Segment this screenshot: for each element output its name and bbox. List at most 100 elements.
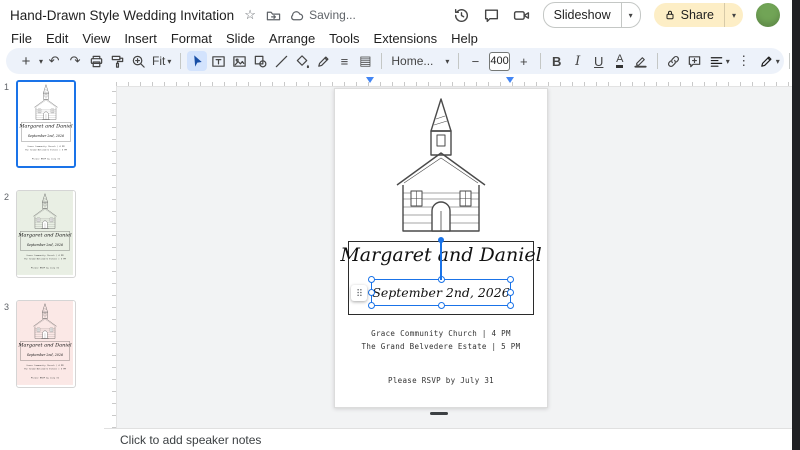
italic-button[interactable]: I <box>568 51 588 71</box>
zoom-icon[interactable] <box>128 51 148 71</box>
menu-insert[interactable]: Insert <box>117 31 164 46</box>
editing-mode-select[interactable]: ▾ <box>756 54 783 69</box>
select-tool[interactable] <box>187 51 208 71</box>
account-avatar[interactable] <box>756 3 780 27</box>
share-label: Share <box>680 8 714 22</box>
text-color-button[interactable]: A <box>610 51 630 71</box>
share-dropdown[interactable]: ▾ <box>723 3 743 27</box>
rsvp-text[interactable]: Please RSVP by July 31 <box>335 376 547 385</box>
border-dash-button[interactable]: ▤ <box>355 51 375 71</box>
venue-line-2[interactable]: The Grand Belvedere Estate | 5 PM <box>335 342 547 351</box>
church-illustration[interactable] <box>381 97 501 237</box>
menu-edit[interactable]: Edit <box>39 31 75 46</box>
align-button[interactable]: ▾ <box>706 54 733 69</box>
caret-down-icon: ▾ <box>725 56 730 66</box>
rsvp-text: Please RSVP by July 31 <box>30 266 59 270</box>
menu-view[interactable]: View <box>75 31 117 46</box>
redo-button[interactable]: ↷ <box>65 51 85 71</box>
menu-format[interactable]: Format <box>164 31 219 46</box>
resize-handle-bottom-right[interactable] <box>507 302 514 309</box>
undo-button[interactable]: ↶ <box>44 51 64 71</box>
underline-button[interactable]: U <box>589 51 609 71</box>
menu-extensions[interactable]: Extensions <box>367 31 445 46</box>
insert-line-button[interactable] <box>271 51 291 71</box>
star-icon[interactable]: ☆ <box>242 7 258 23</box>
drag-handle[interactable] <box>351 284 367 301</box>
lock-icon <box>664 9 676 21</box>
font-size-input[interactable]: 400 <box>489 51 510 71</box>
drag-dots-icon <box>354 287 365 298</box>
add-comment-button[interactable] <box>685 51 705 71</box>
toolbar-separator <box>381 53 383 69</box>
menu-file[interactable]: File <box>4 31 39 46</box>
slideshow-button[interactable]: Slideshow <box>544 3 621 27</box>
speaker-notes-bar[interactable]: Click to add speaker notes <box>104 428 792 450</box>
caret-down-icon: ▾ <box>731 10 736 20</box>
fill-color-button[interactable] <box>292 51 312 71</box>
share-button[interactable]: Share <box>654 3 724 27</box>
font-family-select[interactable]: Home... ▾ <box>388 54 452 68</box>
window-scrollbar[interactable] <box>792 0 800 450</box>
resize-handle-middle-right[interactable] <box>507 289 514 296</box>
move-folder-icon[interactable] <box>266 8 281 23</box>
menu-tools[interactable]: Tools <box>322 31 366 46</box>
paint-format-button[interactable] <box>107 51 127 71</box>
vertical-ruler <box>104 86 117 428</box>
bold-button[interactable]: B <box>547 51 567 71</box>
save-status[interactable]: Saving... <box>289 8 356 23</box>
document-title[interactable]: Hand-Drawn Style Wedding Invitation <box>10 8 234 23</box>
rotate-handle[interactable] <box>438 237 444 243</box>
venue-line-2: The Grand Belvedere Estate | 5 PM <box>25 148 67 152</box>
slideshow-label: Slideshow <box>553 8 611 22</box>
ruler-corner <box>104 74 116 86</box>
border-weight-button[interactable]: ≡ <box>334 51 354 71</box>
increase-font-size-button[interactable]: + <box>514 51 534 71</box>
right-indent-marker[interactable] <box>506 77 514 83</box>
text-box-tool[interactable] <box>208 51 228 71</box>
couple-names-text: Margaret and Daniel <box>18 341 72 348</box>
venue-line-1[interactable]: Grace Community Church | 4 PM <box>335 329 547 338</box>
insert-shape-button[interactable] <box>250 51 270 71</box>
slideshow-dropdown[interactable]: ▾ <box>620 3 640 27</box>
toolbar-separator <box>539 53 541 69</box>
highlight-color-button[interactable] <box>631 51 651 71</box>
resize-handle-bottom-left[interactable] <box>368 302 375 309</box>
slide-thumbnail-1[interactable]: Margaret and Daniel September 2nd, 2026 … <box>16 80 76 168</box>
share-button-group: Share ▾ <box>653 3 743 27</box>
insert-link-button[interactable] <box>664 51 684 71</box>
selected-textbox-outline[interactable] <box>351 237 514 309</box>
meet-camera-icon[interactable] <box>513 7 530 24</box>
notes-resize-handle[interactable] <box>430 412 448 415</box>
venue-line-2: The Grand Belvedere Estate | 5 PM <box>24 367 66 371</box>
speaker-notes-placeholder: Click to add speaker notes <box>120 432 262 447</box>
toolbar-separator <box>788 53 790 69</box>
slide-thumbnail-3[interactable]: Margaret and Daniel September 2nd, 2026 … <box>16 300 76 388</box>
zoom-select[interactable]: Fit ▾ <box>149 54 174 68</box>
slide-number: 2 <box>4 192 10 202</box>
more-options-button[interactable]: ⋮ <box>734 51 754 71</box>
resize-handle-top-right[interactable] <box>507 276 514 283</box>
resize-handle-top-left[interactable] <box>368 276 375 283</box>
left-indent-marker[interactable] <box>366 77 374 83</box>
resize-handle-bottom-middle[interactable] <box>437 302 445 309</box>
titlebar: Hand-Drawn Style Wedding Invitation ☆ Sa… <box>0 0 792 30</box>
toolbar-separator <box>656 53 658 69</box>
resize-handle-middle-left[interactable] <box>368 289 375 296</box>
insert-image-button[interactable] <box>229 51 249 71</box>
caret-down-icon: ▾ <box>628 10 633 20</box>
comments-icon[interactable] <box>483 7 500 24</box>
date-text: September 2nd, 2026 <box>26 242 64 247</box>
menu-help[interactable]: Help <box>444 31 485 46</box>
version-history-icon[interactable] <box>453 7 470 24</box>
slide-canvas[interactable]: Margaret and Daniel September 2nd, 2026 … <box>334 88 548 408</box>
caret-down-icon: ▾ <box>445 56 450 66</box>
border-color-button[interactable] <box>313 51 333 71</box>
new-slide-button[interactable]: + <box>16 51 36 71</box>
menu-slide[interactable]: Slide <box>219 31 262 46</box>
decrease-font-size-button[interactable]: − <box>465 51 485 71</box>
slide-thumbnail-2[interactable]: Margaret and Daniel September 2nd, 2026 … <box>16 190 76 278</box>
print-button[interactable] <box>86 51 106 71</box>
toolbar: + ▾ ↶ ↷ Fit ▾ ≡ ▤ Home... ▾ − 400 + B I … <box>6 48 790 74</box>
menu-arrange[interactable]: Arrange <box>262 31 322 46</box>
new-slide-dropdown[interactable]: ▾ <box>39 57 43 66</box>
